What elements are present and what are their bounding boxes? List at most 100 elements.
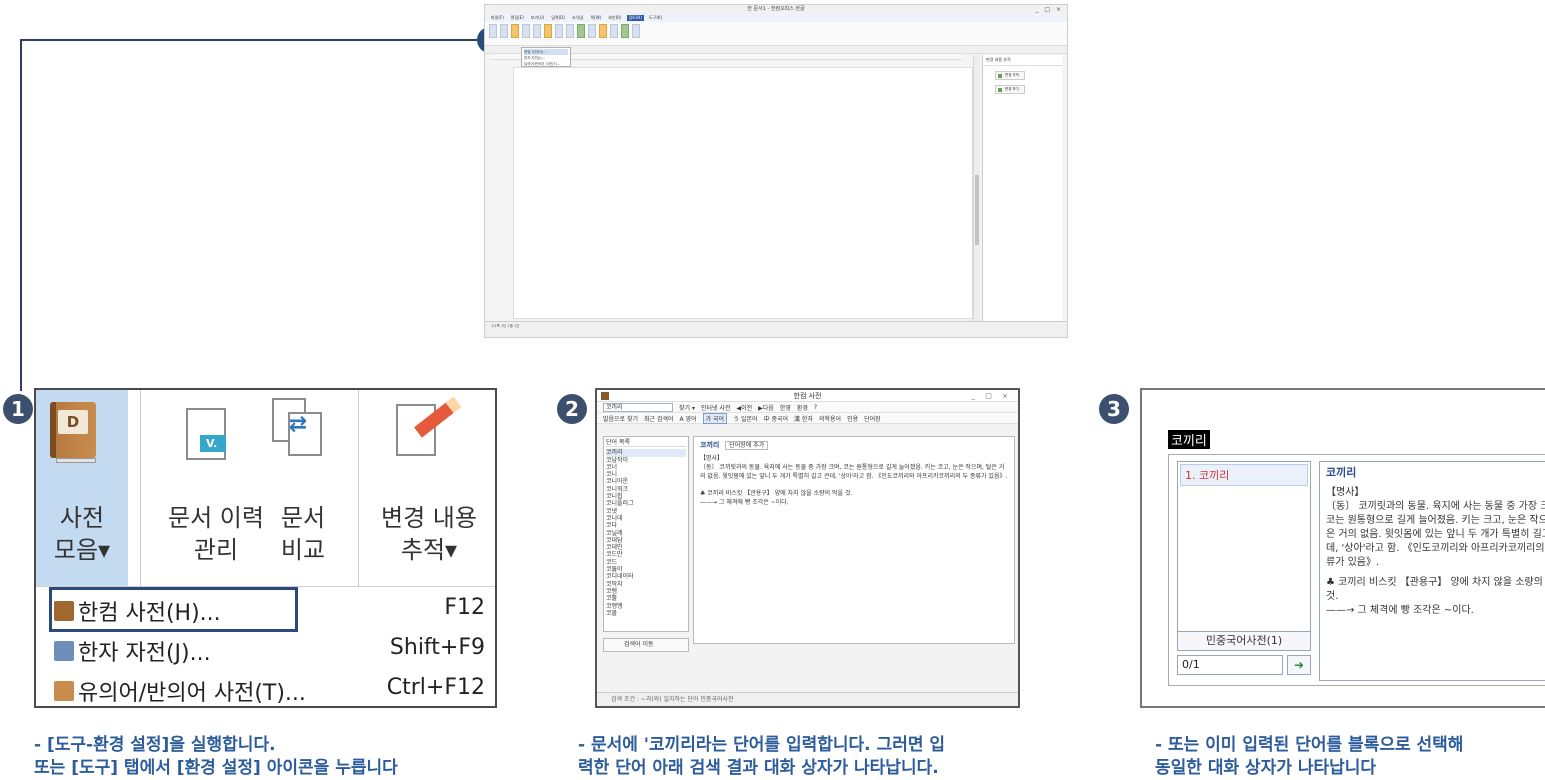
ribbon-tool-icon[interactable]	[588, 24, 596, 38]
popup-frame: 1. 코끼리 민중국어사전(1) 0/1 ➜ 코끼리 【명사】 〔동〕 코끼릿과…	[1168, 454, 1545, 686]
popup-heading: 코끼리	[1168, 430, 1210, 449]
ribbon-tool-icon[interactable]	[566, 24, 574, 38]
window-controls[interactable]: _ □ ×	[1035, 5, 1063, 14]
ribbon-tool-icon[interactable]	[489, 24, 497, 38]
word-list-item[interactable]: 코닐레	[606, 530, 686, 537]
word-list-item[interactable]: 코뿔	[606, 595, 686, 602]
hanja-button[interactable]: 漢 한자	[794, 414, 813, 423]
pronounce-search-button[interactable]: 발음으로 찾기	[603, 414, 638, 423]
word-list-item[interactable]: 코렝	[606, 588, 686, 595]
menu-item-hanja-dictionary[interactable]: 한자 자전(J)... Shift+F9	[36, 630, 495, 670]
popup-result-list[interactable]: 1. 코끼리	[1177, 461, 1311, 641]
entry-pos: 【명사】	[1326, 487, 1365, 498]
ribbon-tool-icon[interactable]	[544, 24, 552, 38]
dictionary-titlebar: 한컴 사전 _ □ ×	[597, 390, 1018, 402]
step-badge-2: 2	[557, 394, 587, 424]
vertical-scrollbar[interactable]	[973, 55, 980, 323]
entry-word: 코끼리	[1326, 466, 1357, 479]
next-page-icon[interactable]: ➜	[1287, 655, 1311, 675]
word-list-item[interactable]: 코몰	[606, 610, 686, 617]
hwp-menubar: 파일(F) 편집(E) 보기(U) 입력(D) 서식(J) 쪽(W) 보안(R)…	[485, 14, 1067, 22]
english-button[interactable]: A 영어	[680, 414, 697, 423]
word-list-item[interactable]: 코디네이터	[606, 573, 686, 580]
ribbon-tool-icon[interactable]	[555, 24, 563, 38]
medical-button[interactable]: 의학용어	[819, 414, 841, 423]
word-list-item[interactable]: 코납작이	[606, 457, 686, 464]
ribbon-label-track[interactable]: 변경 내용 추적▾	[362, 502, 495, 566]
entry-word: 코끼리	[700, 441, 720, 449]
ribbon-dictionary-icon[interactable]	[511, 24, 519, 38]
japanese-button[interactable]: う 일본어	[733, 414, 757, 423]
help-button[interactable]: ?	[814, 404, 817, 411]
word-list-item[interactable]: 코니아운	[606, 478, 686, 485]
word-list-item[interactable]: 코다	[606, 522, 686, 529]
word-list[interactable]: 단어 목록 코끼리 코납작이 코너 코니 코니아운 코니워크 코니칩 코니플러그 코넷 코니데 코다…	[603, 436, 689, 632]
dictionary-dropdown: 한컴 사전(H)... 한자 자전(J)... 유의어/반의어 사전(T)...	[521, 47, 571, 67]
entry-example: ——→ 그 체격에 빵 조각은 ~이다.	[700, 499, 789, 506]
word-list-item[interactable]: 코딱지	[606, 581, 686, 588]
find-button[interactable]: 찾기 ▾	[679, 403, 695, 412]
scrollbar-thumb[interactable]	[975, 175, 979, 245]
menu-item-label: 한자 자전(J)...	[78, 641, 211, 666]
chinese-button[interactable]: 中 중국어	[764, 414, 788, 423]
menu-review[interactable]: 검토(H)	[626, 15, 644, 21]
track-changes-icon[interactable]	[396, 396, 462, 456]
word-list-item[interactable]: 코니플러그	[606, 500, 686, 507]
menu-security[interactable]: 보안(R)	[606, 15, 623, 21]
document-history-icon[interactable]: V.	[186, 408, 226, 460]
word-list-item[interactable]: 코너	[606, 464, 686, 471]
word-list-item[interactable]: 코드만	[606, 551, 686, 558]
ribbon-tool-icon[interactable]	[533, 24, 541, 38]
add-to-wordbook-button[interactable]: 단어장에 추가	[725, 441, 769, 450]
menu-page[interactable]: 쪽(W)	[588, 15, 603, 21]
ribbon-tool-icon[interactable]	[599, 24, 607, 38]
document-page[interactable]	[513, 67, 973, 319]
next-button[interactable]: ▶다음	[758, 403, 774, 412]
step-badge-1: 1	[3, 394, 33, 424]
ribbon-tool-icon[interactable]	[621, 24, 629, 38]
entry-definition: 〔동〕 코끼릿과의 동물. 육지에 사는 동물 중 가장 크며, 코는 원통형으…	[700, 464, 1008, 480]
settings-button[interactable]: 환경	[797, 403, 808, 412]
ribbon-tool-icon[interactable]	[500, 24, 508, 38]
window-controls[interactable]: _ □ ×	[972, 390, 1012, 402]
word-list-item[interactable]: 코드	[606, 559, 686, 566]
menu-item-label: 유의어/반의어 사전(T)...	[78, 681, 306, 706]
menu-insert[interactable]: 입력(D)	[549, 15, 567, 21]
wordbook-button[interactable]: 단어장	[864, 414, 881, 423]
quote-button[interactable]: 인용	[847, 414, 858, 423]
menu-edit[interactable]: 편집(E)	[509, 15, 526, 21]
menu-item-shortcut: Ctrl+F12	[386, 675, 485, 700]
word-list-item[interactable]: 코맹맹	[606, 603, 686, 610]
menu-file[interactable]: 파일(F)	[489, 15, 506, 21]
move-search-button[interactable]: 검색어 이동	[603, 638, 689, 652]
side-button[interactable]: 변경 추적	[995, 71, 1025, 80]
menu-item-thesaurus[interactable]: 유의어/반의어 사전(T)... Ctrl+F12	[36, 670, 495, 706]
search-input[interactable]: 코끼리	[603, 402, 673, 412]
ribbon-label-compare[interactable]: 문서 비교	[268, 502, 338, 566]
menu-format[interactable]: 서식(J)	[570, 15, 586, 21]
word-list-item[interactable]: 코끼리	[606, 449, 686, 457]
internet-dict-button[interactable]: 인터넷 사전	[701, 403, 731, 412]
ribbon-tool-icon[interactable]	[610, 24, 618, 38]
word-list-item[interactable]: 코니워크	[606, 486, 686, 493]
recent-search-button[interactable]: 최근 검색어	[644, 414, 674, 423]
word-list-item[interactable]: 코넷	[606, 508, 686, 515]
hanyoung-button[interactable]: 한영	[780, 403, 791, 412]
ribbon-tool-icon[interactable]	[577, 24, 585, 38]
dictionary-collection-button[interactable]: D 사전 모음▾	[36, 390, 128, 586]
document-compare-icon[interactable]: ⇄	[272, 398, 324, 456]
list-item[interactable]: 1. 코끼리	[1180, 464, 1308, 486]
prev-button[interactable]: ◀이전	[736, 403, 752, 412]
word-list-item[interactable]: 코니데	[606, 515, 686, 522]
side-button[interactable]: 변경 보기	[995, 85, 1025, 94]
menu-tools[interactable]: 도구(K)	[647, 15, 664, 21]
word-list-items: 코끼리 코납작이 코너 코니 코니아운 코니워크 코니칩 코니플러그 코넷 코니데 코다 코닐레 코대답…	[606, 449, 686, 617]
ribbon-label-history[interactable]: 문서 이력 관리	[146, 502, 286, 566]
korean-button[interactable]: 가 국어	[702, 412, 728, 424]
ribbon-tool-icon[interactable]	[522, 24, 530, 38]
menu-view[interactable]: 보기(U)	[529, 15, 546, 21]
compare-arrow-icon: ⇄	[288, 412, 308, 437]
dictionary-select-button[interactable]: 민중국어사전(1)	[1177, 631, 1311, 651]
hwp-window-screenshot: 한 문서1 - 한컴오피스 한글 _ □ × 파일(F) 편집(E) 보기(U)…	[484, 4, 1068, 338]
ribbon-tool-icon[interactable]	[632, 24, 640, 38]
